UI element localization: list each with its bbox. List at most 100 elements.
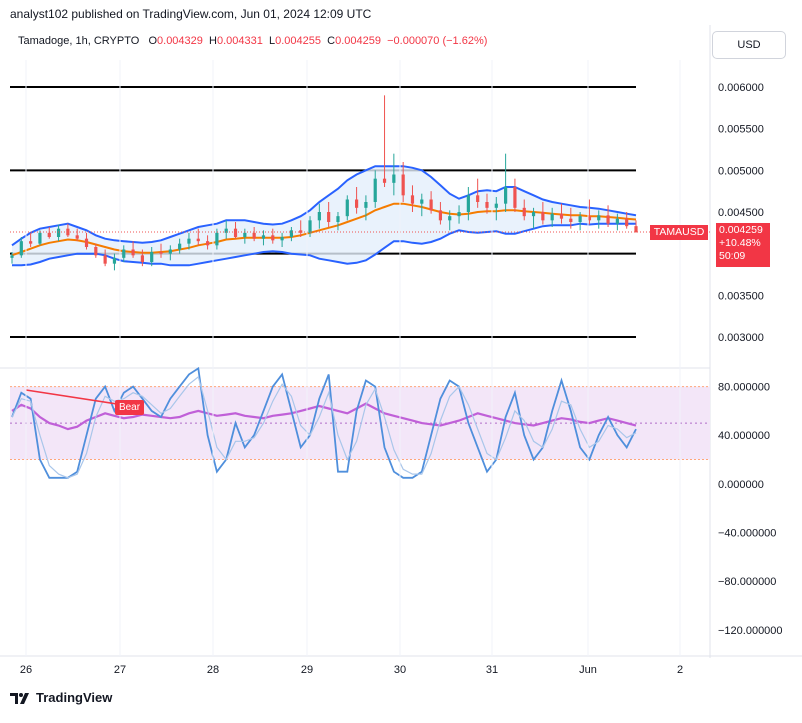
symbol-price-tag: TAMAUSD xyxy=(650,225,708,240)
currency-button[interactable]: USD xyxy=(712,31,786,59)
open-label: O xyxy=(148,35,158,47)
candle-body xyxy=(578,216,582,222)
candle-body xyxy=(541,212,545,221)
indicator-tick-0: 80.000000 xyxy=(718,382,770,394)
candle-body xyxy=(476,195,480,202)
candle-body xyxy=(354,199,359,208)
candle-body xyxy=(131,249,135,256)
time-tick-2: 28 xyxy=(207,664,219,676)
candle-body xyxy=(559,213,564,219)
candle-body xyxy=(522,207,526,217)
time-tick-0: 26 xyxy=(20,664,32,676)
tradingview-logo-icon xyxy=(10,692,29,704)
bear-label: Bear xyxy=(115,400,144,415)
candle-body xyxy=(112,257,117,264)
candle-body xyxy=(606,215,610,224)
candle-body xyxy=(634,226,638,232)
open-value: 0.004329 xyxy=(157,35,203,47)
candle-body xyxy=(438,210,443,221)
candle-body xyxy=(271,235,275,241)
ohlc-legend: Tamadoge, 1h, CRYPTO O0.004329 H0.004331… xyxy=(18,35,487,47)
candle-body xyxy=(56,228,61,237)
candle-body xyxy=(47,232,51,237)
current-price: 0.004259 xyxy=(719,224,763,236)
candle-body xyxy=(457,212,461,217)
symbol-title: Tamadoge, 1h, CRYPTO xyxy=(18,35,140,47)
price-tick-3: 0.004500 xyxy=(718,207,764,219)
candle-body xyxy=(19,241,23,256)
candle-body xyxy=(308,220,312,233)
close-value: 0.004259 xyxy=(335,35,381,47)
candle-body xyxy=(317,212,321,221)
candle-body xyxy=(280,237,284,241)
candle-body xyxy=(597,215,601,221)
candle-body xyxy=(494,203,498,208)
bar-countdown: 50:09 xyxy=(719,250,746,262)
candle-body xyxy=(140,255,144,262)
candle-body xyxy=(215,232,219,246)
high-label: H xyxy=(209,35,217,47)
price-tick-2: 0.005000 xyxy=(718,165,764,177)
candle-body xyxy=(94,247,98,256)
chart-canvas: 0.006000 0.005500 0.005000 0.004500 0.003500… xyxy=(0,25,802,676)
footer-brand: TradingView xyxy=(36,690,113,705)
chart-frame: 0.006000 0.005500 0.005000 0.004500 0.003500… xyxy=(0,0,802,718)
high-value: 0.004331 xyxy=(216,35,263,47)
candle-body xyxy=(336,216,340,222)
candle-body xyxy=(513,187,517,208)
publisher-line: analyst102 published on TradingView.com,… xyxy=(10,7,372,21)
low-value: 0.004255 xyxy=(275,35,322,47)
tradingview-logo[interactable]: TradingView xyxy=(10,690,112,705)
price-axis: 0.006000 0.005500 0.005000 0.004500 0.003500… xyxy=(718,82,764,344)
candle-body xyxy=(531,212,536,217)
indicator-axis: 80.000000 40.000000 0.000000 −40.000000 −80.… xyxy=(718,382,783,637)
candle-body xyxy=(196,238,200,242)
candle-body xyxy=(373,178,377,202)
candle-body xyxy=(205,241,210,246)
time-tick-3: 29 xyxy=(301,664,313,676)
candle-body xyxy=(625,218,629,227)
candle-body xyxy=(392,174,396,183)
candle-body xyxy=(75,235,79,239)
close-label: C xyxy=(327,35,336,47)
candle-body xyxy=(448,216,452,221)
time-tick-4: 30 xyxy=(394,664,406,676)
candle-body xyxy=(485,202,489,208)
candle-body xyxy=(178,243,182,250)
candle-body xyxy=(187,238,191,244)
time-tick-1: 27 xyxy=(114,664,126,676)
candle-body xyxy=(84,238,89,247)
price-tick-1: 0.005500 xyxy=(718,124,764,136)
candle-body xyxy=(150,252,154,262)
indicator-tick-3: −40.000000 xyxy=(718,527,776,539)
candle-body xyxy=(289,230,294,237)
candle-body xyxy=(466,195,470,212)
price-tick-0: 0.006000 xyxy=(718,82,764,94)
price-label: 0.004259 +10.48% 50:09 xyxy=(716,223,770,267)
candle-body xyxy=(103,255,107,264)
time-tick-7: 2 xyxy=(677,664,683,676)
candle-body xyxy=(364,202,368,208)
candle-body xyxy=(345,199,349,217)
candle-body xyxy=(122,249,126,258)
candle-body xyxy=(504,187,508,204)
candle-body xyxy=(420,199,424,204)
indicator-tick-4: −80.000000 xyxy=(718,576,776,588)
candle-body xyxy=(243,232,247,237)
price-tick-4: 0.003500 xyxy=(718,290,764,302)
candle-body xyxy=(159,252,163,254)
candle-body xyxy=(615,218,619,224)
candle-body xyxy=(401,174,405,196)
candle-body xyxy=(429,199,433,211)
candle-body xyxy=(10,255,14,258)
indicator-tick-1: 40.000000 xyxy=(718,430,770,442)
indicator-tick-2: 0.000000 xyxy=(718,479,764,491)
price-change: +10.48% xyxy=(719,237,761,249)
candle-body xyxy=(168,249,172,254)
candle-body xyxy=(233,228,238,237)
change-value: −0.000070 (−1.62%) xyxy=(387,35,488,47)
time-tick-6: Jun xyxy=(579,664,597,676)
indicator-tick-5: −120.000000 xyxy=(718,625,783,637)
candle-body xyxy=(38,232,42,244)
candle-body xyxy=(261,235,266,239)
